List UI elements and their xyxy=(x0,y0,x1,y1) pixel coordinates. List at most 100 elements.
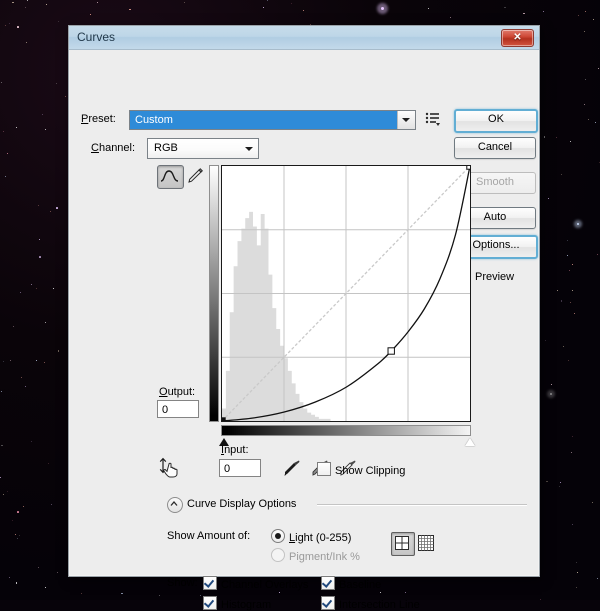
star xyxy=(20,377,22,379)
star xyxy=(523,12,525,15)
curve-control-point xyxy=(387,347,395,355)
star xyxy=(576,561,578,563)
star xyxy=(23,506,25,508)
radio-pigment-button[interactable] xyxy=(271,548,285,562)
star xyxy=(15,126,17,128)
star xyxy=(551,384,553,386)
star xyxy=(380,592,381,593)
curve-display-options-header[interactable]: Curve Display Options xyxy=(167,497,527,513)
star-glow xyxy=(547,390,555,398)
ok-button[interactable]: OK xyxy=(454,109,538,133)
star xyxy=(2,494,4,496)
star xyxy=(17,26,19,28)
input-label-text: nput: xyxy=(224,444,249,456)
checkbox-channel-overlays[interactable]: Channel Overlays xyxy=(203,576,308,591)
star xyxy=(593,18,595,20)
intersection-line-box[interactable] xyxy=(321,596,335,610)
curve-plot-area[interactable] xyxy=(221,165,471,422)
star xyxy=(543,10,545,12)
radio-pigment[interactable]: Pigment/Ink % xyxy=(271,548,360,563)
star xyxy=(573,312,575,314)
star xyxy=(572,290,573,292)
star xyxy=(548,197,550,199)
star xyxy=(504,6,506,9)
white-point-marker[interactable] xyxy=(465,438,475,446)
grid-tenths-icon[interactable] xyxy=(416,533,436,553)
curve-tool-button[interactable] xyxy=(157,165,184,189)
curve-plot-svg[interactable] xyxy=(222,166,470,421)
checkbox-histogram[interactable]: Histogram xyxy=(203,596,271,611)
histogram-box[interactable] xyxy=(203,596,217,610)
curve-drag-cursor-icon[interactable] xyxy=(157,455,183,481)
star xyxy=(584,79,586,81)
channel-label-text: hannel: xyxy=(98,142,136,154)
star xyxy=(539,598,541,600)
star xyxy=(8,22,11,25)
show-label: Show: xyxy=(167,577,198,589)
dialog-titlebar[interactable]: Curves ✕ xyxy=(69,26,539,50)
cancel-button[interactable]: Cancel xyxy=(454,137,536,159)
output-label-text: utput: xyxy=(167,386,196,398)
star xyxy=(556,289,559,292)
star xyxy=(570,302,571,304)
close-icon[interactable]: ✕ xyxy=(501,29,534,47)
star xyxy=(567,360,569,362)
star xyxy=(597,577,598,579)
channel-overlays-label: Channel Overlays xyxy=(221,579,309,591)
star xyxy=(129,8,131,11)
star xyxy=(584,30,586,32)
star xyxy=(35,287,37,289)
curves-graph[interactable] xyxy=(209,162,475,446)
star xyxy=(183,2,185,4)
input-label: Input: xyxy=(221,444,249,456)
star xyxy=(588,119,589,121)
eyedropper-black-point-icon[interactable] xyxy=(281,457,303,479)
checkbox-intersection-line[interactable]: Intersection Line xyxy=(321,596,420,611)
star xyxy=(57,350,60,352)
star xyxy=(428,8,430,10)
star xyxy=(45,3,47,5)
chevron-down-icon[interactable] xyxy=(240,139,258,158)
show-clipping-label: Show Clipping xyxy=(335,465,406,477)
star xyxy=(279,592,281,594)
star xyxy=(15,582,18,584)
star xyxy=(51,504,52,506)
curve-control-point xyxy=(222,417,226,421)
grid-quarters-icon[interactable] xyxy=(391,532,415,556)
star xyxy=(58,20,60,22)
radio-light[interactable]: Light (0-255) xyxy=(271,529,351,544)
dialog-body: Preset: Custom OK Cancel Smooth Auto Opt… xyxy=(69,50,539,611)
show-amount-label: Show Amount of: xyxy=(167,530,251,542)
chevron-up-icon[interactable] xyxy=(167,497,183,513)
star xyxy=(30,283,32,285)
star xyxy=(9,359,11,361)
radio-light-button[interactable] xyxy=(271,529,285,543)
star xyxy=(41,113,43,115)
output-field[interactable]: 0 xyxy=(157,400,199,418)
star xyxy=(572,524,574,526)
pencil-tool-button[interactable] xyxy=(185,167,205,186)
star xyxy=(584,11,586,13)
baseline-box[interactable] xyxy=(321,576,335,590)
preset-dropdown[interactable]: Custom xyxy=(129,110,416,130)
star xyxy=(559,485,561,487)
star xyxy=(2,360,4,362)
show-clipping-checkbox[interactable]: Show Clipping xyxy=(317,462,405,477)
channel-overlays-box[interactable] xyxy=(203,576,217,590)
chevron-down-icon[interactable] xyxy=(397,111,415,129)
channel-dropdown[interactable]: RGB xyxy=(147,138,259,159)
star xyxy=(13,325,14,327)
star xyxy=(570,451,572,453)
star xyxy=(572,264,574,266)
star xyxy=(7,490,9,492)
preset-menu-icon[interactable] xyxy=(424,110,442,128)
show-clipping-box[interactable] xyxy=(317,462,331,476)
input-field[interactable]: 0 xyxy=(219,459,261,477)
star xyxy=(1,444,3,447)
checkbox-baseline[interactable]: Baseline xyxy=(321,576,381,591)
star xyxy=(560,300,563,302)
preset-label-text: reset: xyxy=(88,113,116,125)
star xyxy=(594,121,596,123)
star xyxy=(56,571,58,573)
star xyxy=(544,339,547,342)
